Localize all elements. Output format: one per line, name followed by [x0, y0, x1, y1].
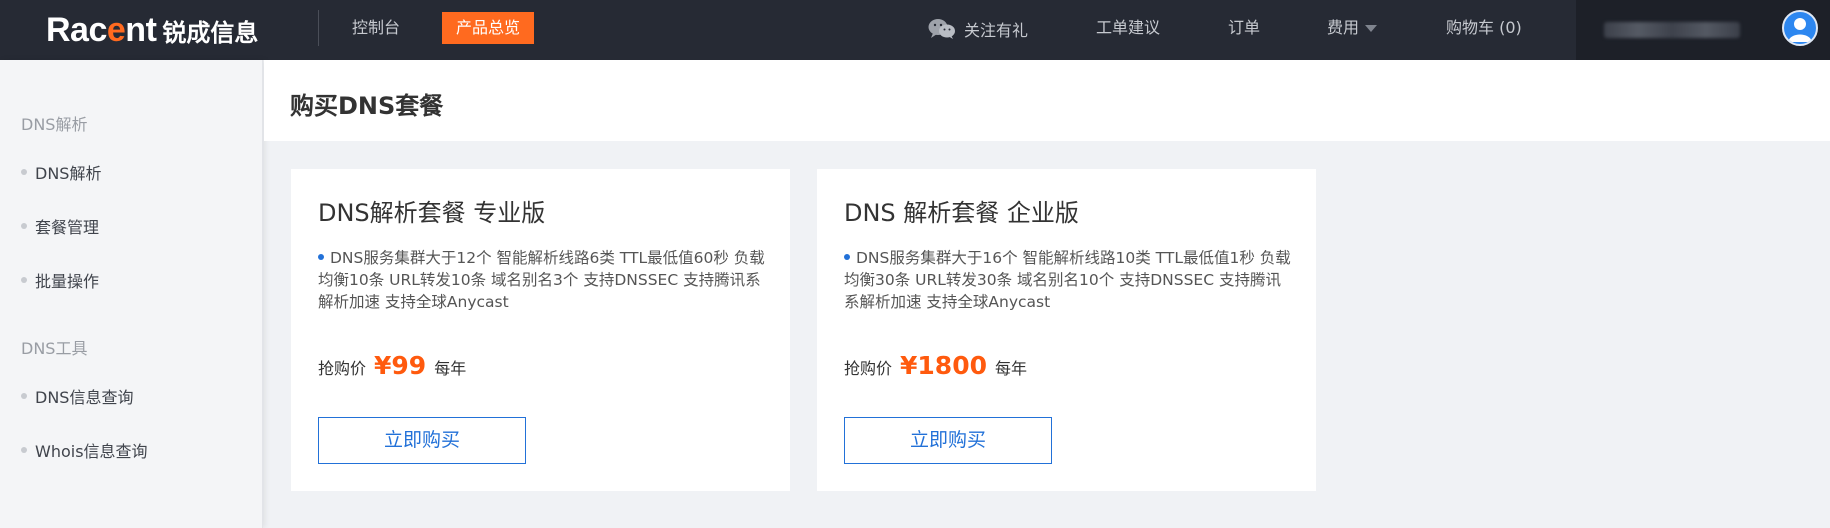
price-unit: 每年 [434, 359, 467, 378]
price-value: ¥99 [374, 351, 427, 380]
sidebar-item-package-manage[interactable]: 套餐管理 [21, 214, 99, 238]
price-row: 抢购价 ¥99 每年 [318, 351, 466, 380]
username-redacted [1604, 22, 1740, 38]
card-description-text: DNS服务集群大于12个 智能解析线路6类 TTL最低值60秒 负载均衡10条 … [318, 249, 765, 311]
bullet-dot-icon [318, 253, 324, 260]
card-title: DNS 解析套餐 企业版 [844, 199, 1079, 227]
user-avatar-icon[interactable] [1782, 10, 1818, 46]
page-header: 购买DNS套餐 [264, 60, 1830, 141]
sidebar-group-tools: DNS工具 [21, 339, 88, 358]
bullet-dot-icon [21, 223, 27, 229]
sidebar-item-whois[interactable]: Whois信息查询 [21, 438, 148, 462]
price-value: ¥1800 [900, 351, 987, 380]
logo-chinese: 锐成信息 [162, 18, 259, 47]
nav-products[interactable]: 产品总览 [442, 12, 534, 44]
price-unit: 每年 [995, 359, 1028, 378]
logo-wordmark: Racent [46, 10, 157, 49]
card-description: DNS服务集群大于16个 智能解析线路10类 TTL最低值1秒 负载均衡30条 … [844, 247, 1292, 313]
card-title: DNS解析套餐 专业版 [318, 199, 546, 227]
card-description-text: DNS服务集群大于16个 智能解析线路10类 TTL最低值1秒 负载均衡30条 … [844, 249, 1291, 311]
top-navbar: Racent 锐成信息 控制台 产品总览 关注有礼 工单建议 订单 费用 购物车… [0, 0, 1830, 60]
sidebar-item-label: DNS信息查询 [35, 388, 134, 407]
wechat-icon [928, 18, 956, 40]
brand-logo[interactable]: Racent 锐成信息 [46, 8, 258, 52]
sidebar-item-dns-query[interactable]: DNS信息查询 [21, 384, 133, 408]
nav-ticket[interactable]: 工单建议 [1096, 0, 1160, 60]
price-row: 抢购价 ¥1800 每年 [844, 351, 1027, 380]
sidebar: DNS解析 DNS解析 套餐管理 批量操作 DNS工具 DNS信息查询 Whoi… [0, 60, 263, 528]
sidebar-item-label: 套餐管理 [35, 218, 100, 237]
nav-divider [318, 10, 319, 46]
price-label: 抢购价 [318, 359, 367, 378]
bullet-dot-icon [21, 169, 27, 175]
sidebar-item-label: DNS解析 [35, 164, 102, 183]
bullet-dot-icon [21, 277, 27, 283]
nav-orders[interactable]: 订单 [1228, 0, 1260, 60]
sidebar-item-batch[interactable]: 批量操作 [21, 268, 99, 292]
package-card-enterprise: DNS 解析套餐 企业版 DNS服务集群大于16个 智能解析线路10类 TTL最… [817, 169, 1316, 491]
nav-console[interactable]: 控制台 [352, 0, 400, 60]
nav-cart[interactable]: 购物车 (0) [1446, 0, 1522, 60]
card-description: DNS服务集群大于12个 智能解析线路6类 TTL最低值60秒 负载均衡10条 … [318, 247, 766, 313]
nav-wechat-label: 关注有礼 [964, 21, 1029, 40]
sidebar-item-label: Whois信息查询 [35, 442, 148, 461]
sidebar-item-label: 批量操作 [35, 272, 100, 291]
price-label: 抢购价 [844, 359, 893, 378]
nav-fees-label: 费用 [1327, 18, 1360, 37]
bullet-dot-icon [844, 253, 850, 260]
caret-down-icon [1365, 25, 1378, 32]
sidebar-group-dns: DNS解析 [21, 115, 88, 134]
bullet-dot-icon [21, 447, 27, 453]
package-card-pro: DNS解析套餐 专业版 DNS服务集群大于12个 智能解析线路6类 TTL最低值… [291, 169, 790, 491]
buy-now-button[interactable]: 立即购买 [844, 417, 1052, 464]
user-menu[interactable] [1576, 0, 1830, 60]
nav-fees[interactable]: 费用 [1327, 0, 1378, 60]
page-title: 购买DNS套餐 [290, 92, 444, 120]
nav-wechat[interactable]: 关注有礼 [928, 16, 1028, 42]
bullet-dot-icon [21, 393, 27, 399]
sidebar-item-dns-resolve[interactable]: DNS解析 [21, 160, 101, 184]
buy-now-button[interactable]: 立即购买 [318, 417, 526, 464]
